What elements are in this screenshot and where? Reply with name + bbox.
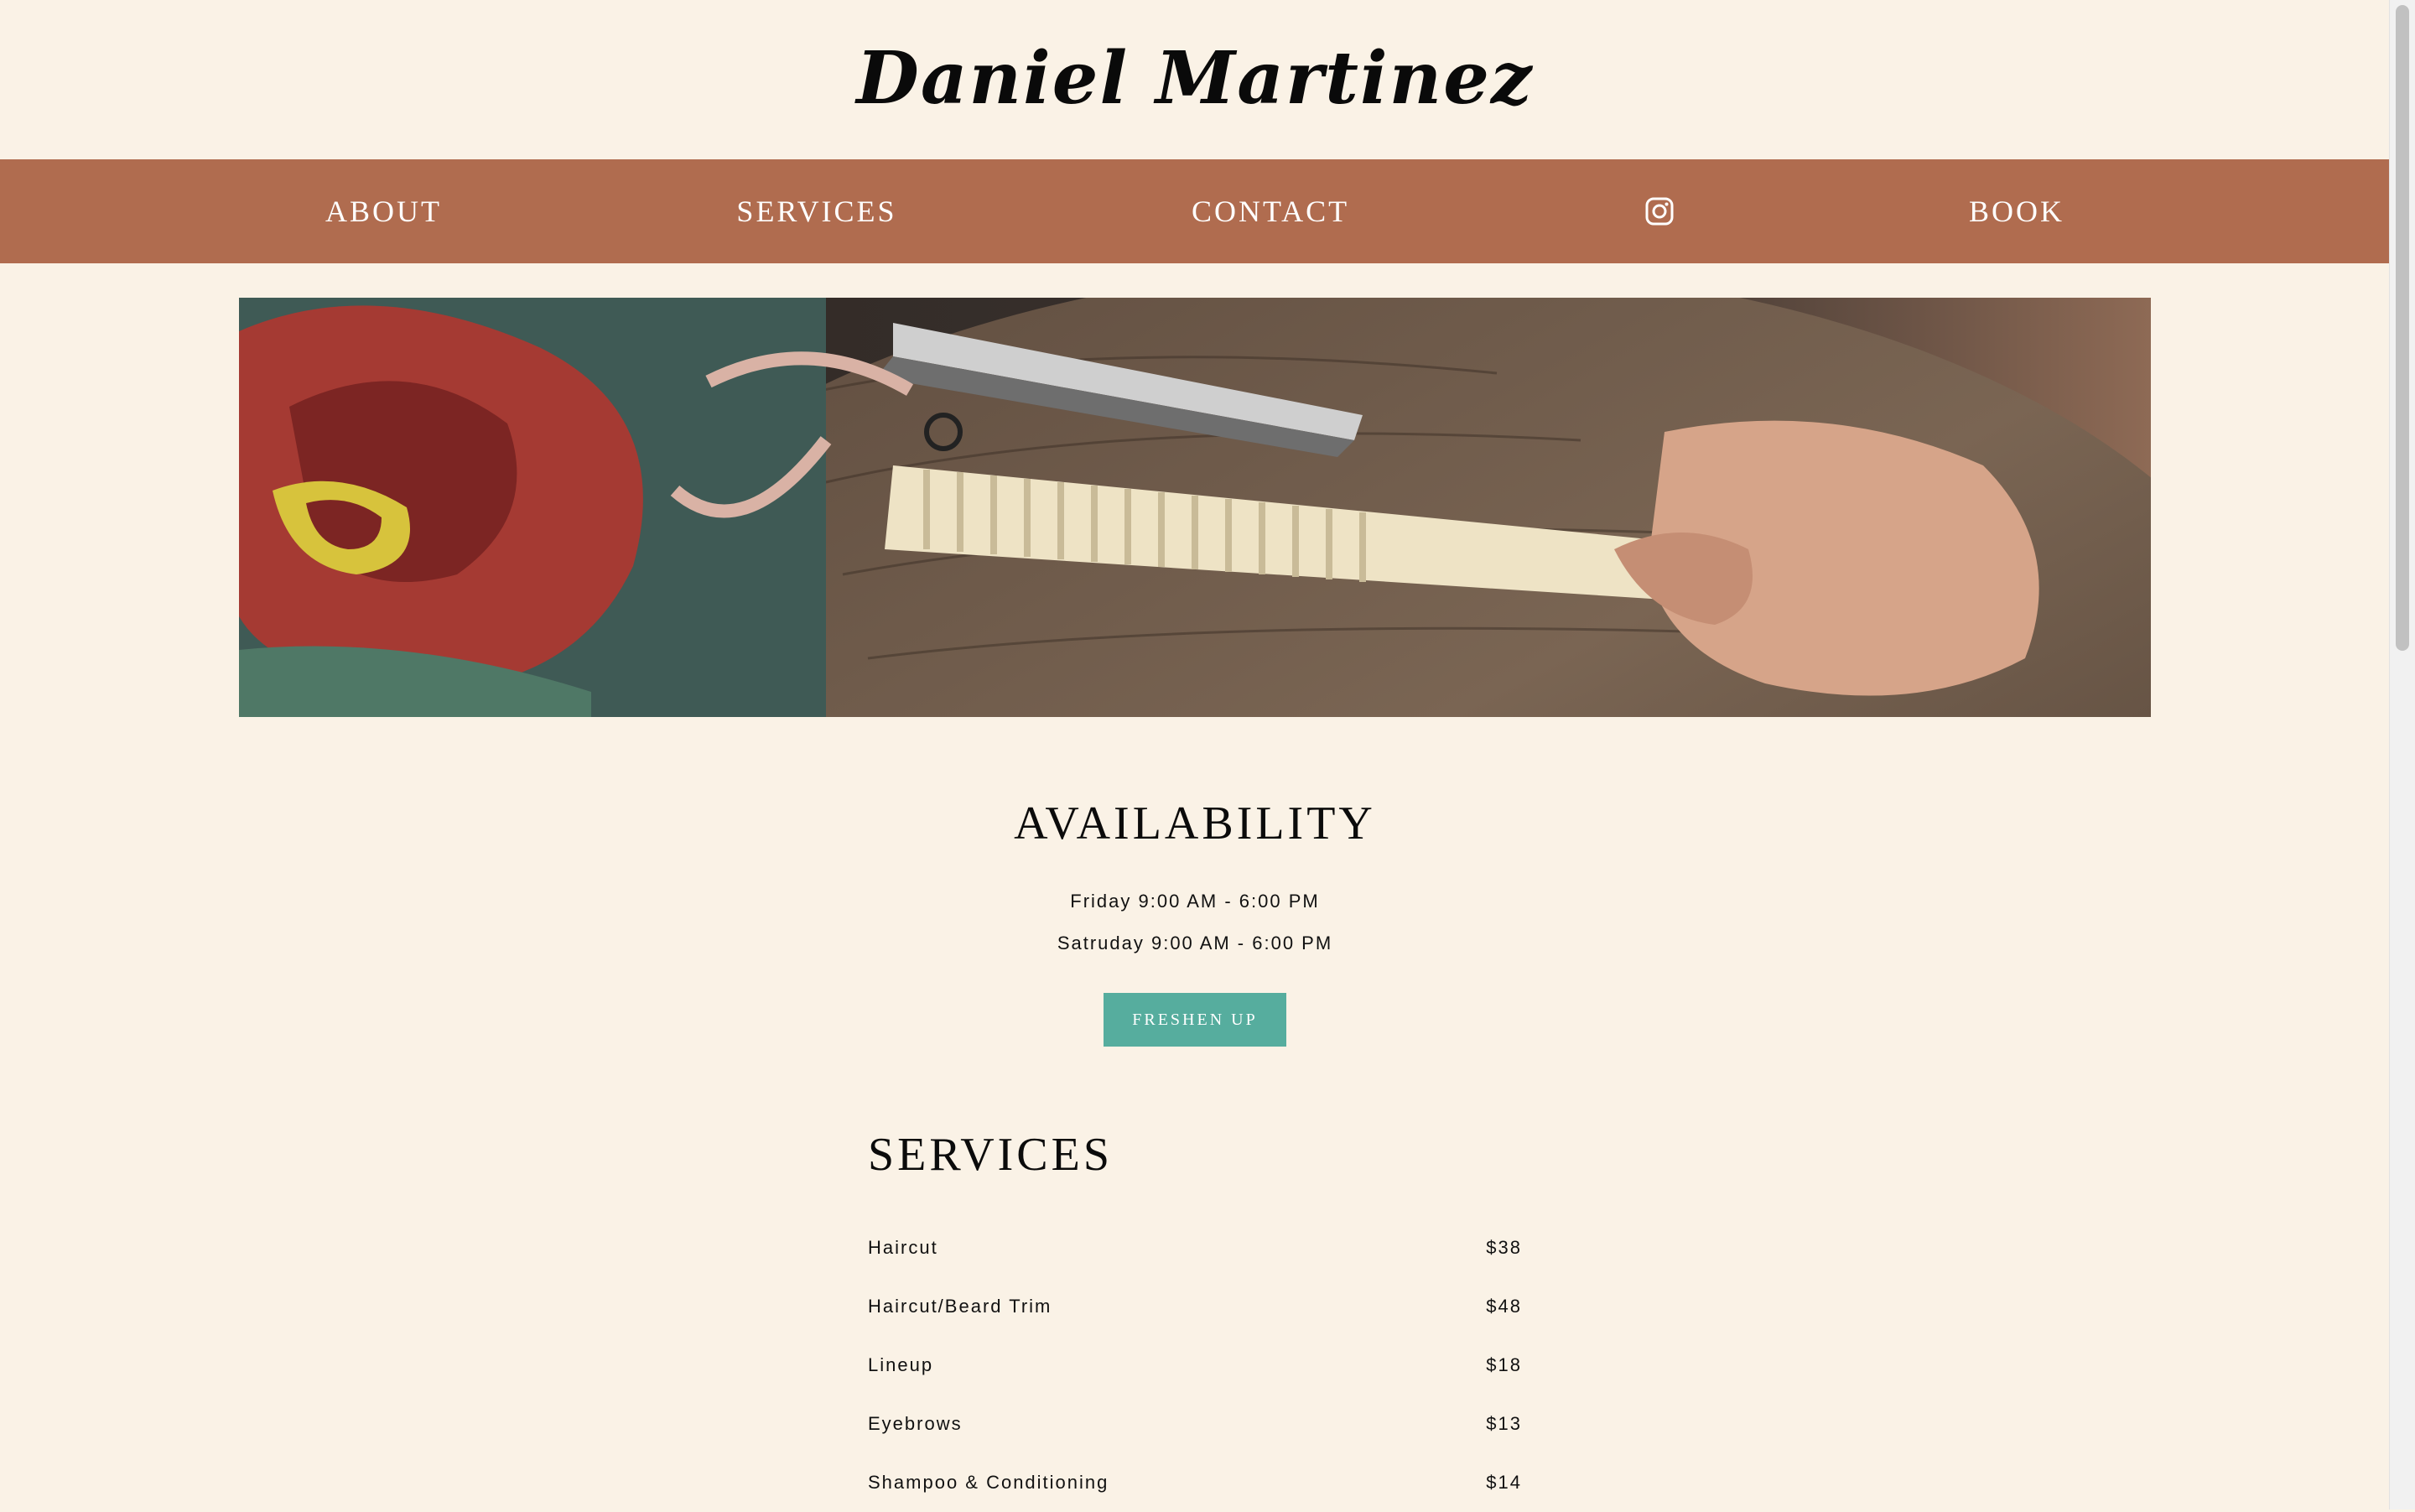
vertical-scrollbar[interactable]	[2389, 0, 2415, 1509]
service-row: Eyebrows $13	[868, 1395, 1522, 1453]
hero-image	[239, 298, 2151, 717]
nav-contact[interactable]: CONTACT	[1192, 194, 1349, 229]
nav-services[interactable]: SERVICES	[736, 194, 896, 229]
instagram-icon	[1645, 197, 1674, 226]
service-name: Lineup	[868, 1354, 934, 1375]
service-name: Shampoo & Conditioning	[868, 1472, 1109, 1493]
service-price: $14	[1486, 1472, 1522, 1493]
service-name: Eyebrows	[868, 1413, 963, 1434]
hero-photo-illustration	[239, 298, 2151, 717]
service-price: $18	[1486, 1354, 1522, 1375]
service-list: Haircut $38 Haircut/Beard Trim $48 Lineu…	[868, 1218, 1522, 1512]
scrollbar-thumb[interactable]	[2396, 5, 2409, 651]
page: Daniel Martinez ABOUT SERVICES CONTACT B…	[0, 0, 2390, 1509]
service-name: Haircut/Beard Trim	[868, 1296, 1052, 1317]
availability-title: AVAILABILITY	[1014, 798, 1376, 850]
services-section: SERVICES Haircut $38 Haircut/Beard Trim …	[868, 1128, 1522, 1512]
service-price: $38	[1486, 1237, 1522, 1258]
service-row: Shampoo & Conditioning $14	[868, 1453, 1522, 1512]
main-nav: ABOUT SERVICES CONTACT BOOK	[0, 159, 2390, 263]
nav-instagram-link[interactable]	[1644, 196, 1675, 226]
hours-line: Friday 9:00 AM - 6:00 PM	[1070, 891, 1320, 912]
service-row: Haircut $38	[868, 1218, 1522, 1277]
nav-book[interactable]: BOOK	[1969, 194, 2064, 229]
services-title: SERVICES	[868, 1129, 1114, 1181]
service-price: $48	[1486, 1296, 1522, 1317]
hours-line: Satruday 9:00 AM - 6:00 PM	[1057, 933, 1333, 953]
service-row: Lineup $18	[868, 1336, 1522, 1395]
availability-section: AVAILABILITY Friday 9:00 AM - 6:00 PM Sa…	[0, 797, 2390, 1047]
service-row: Haircut/Beard Trim $48	[868, 1277, 1522, 1336]
service-price: $13	[1486, 1413, 1522, 1434]
site-header: Daniel Martinez	[0, 0, 2390, 159]
availability-hours: Friday 9:00 AM - 6:00 PM Satruday 9:00 A…	[0, 881, 2390, 964]
nav-about[interactable]: ABOUT	[325, 194, 442, 229]
service-name: Haircut	[868, 1237, 938, 1258]
site-logo-title[interactable]: Daniel Martinez	[856, 36, 1534, 121]
freshen-up-button[interactable]: FRESHEN UP	[1104, 993, 1286, 1047]
